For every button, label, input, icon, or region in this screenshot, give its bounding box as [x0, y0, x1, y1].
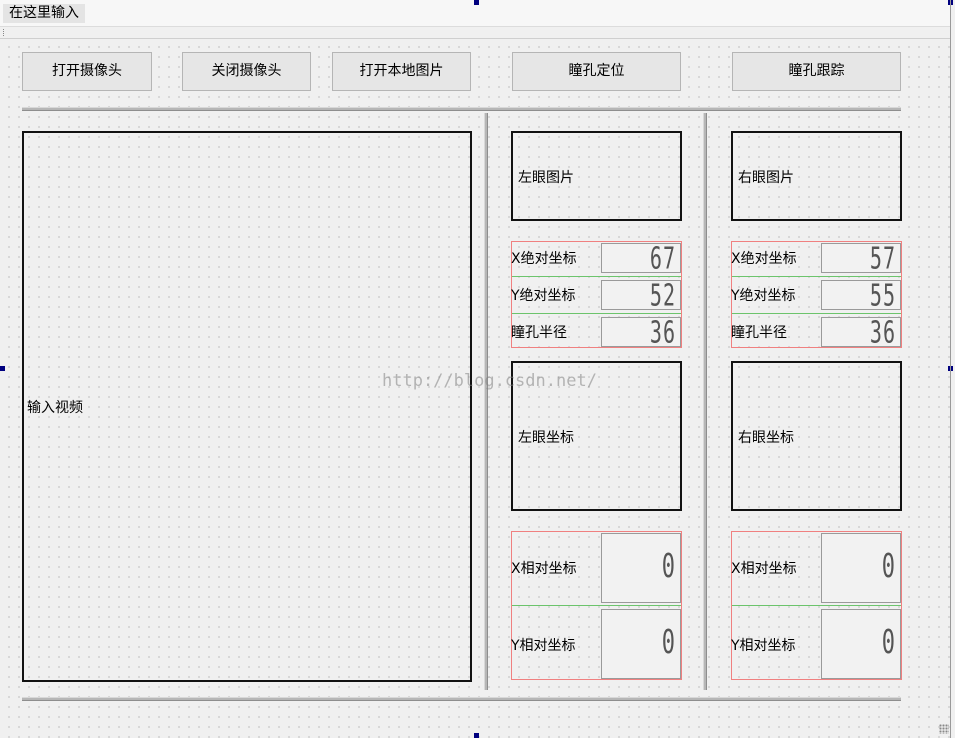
left-x-abs-value: 67 — [649, 240, 676, 276]
left-radius-value: 36 — [649, 314, 676, 350]
right-y-rel-lcd: 0 — [821, 609, 901, 679]
right-radius-lcd: 36 — [821, 314, 901, 350]
toolbar-strip — [0, 27, 950, 39]
close-camera-button[interactable]: 关闭摄像头 — [182, 52, 311, 91]
left-y-abs-value: 52 — [649, 277, 676, 313]
right-x-abs-label: X绝对坐标 — [731, 251, 797, 267]
vertical-separator-right — [703, 113, 707, 690]
right-y-abs-label: Y绝对坐标 — [731, 288, 796, 304]
input-video-label: 输入视频 — [27, 400, 83, 416]
left-eye-image-label: 左眼图片 — [518, 170, 574, 186]
vertical-separator-left — [484, 113, 488, 690]
left-x-rel-label: X相对坐标 — [511, 561, 577, 577]
input-video-frame — [22, 131, 472, 682]
left-y-rel-lcd: 0 — [601, 609, 681, 679]
left-radius-label: 瞳孔半径 — [511, 325, 567, 341]
right-x-abs-value: 57 — [869, 240, 896, 276]
right-x-rel-label: X相对坐标 — [731, 561, 797, 577]
right-y-abs-value: 55 — [869, 277, 896, 313]
right-y-rel-label: Y相对坐标 — [731, 638, 796, 654]
menu-type-here-input[interactable]: 在这里输入 — [3, 4, 85, 23]
left-y-rel-value: 0 — [661, 624, 676, 663]
layout-row-divider — [512, 605, 681, 606]
right-radius-label: 瞳孔半径 — [731, 325, 787, 341]
toolbar-grip-handle[interactable] — [3, 29, 5, 36]
left-y-rel-label: Y相对坐标 — [511, 638, 576, 654]
right-y-rel-value: 0 — [881, 624, 896, 663]
left-radius-lcd: 36 — [601, 314, 681, 350]
right-y-abs-lcd: 55 — [821, 277, 901, 313]
bottom-separator-line — [22, 697, 901, 701]
selection-handle-left[interactable] — [0, 366, 5, 371]
open-local-image-button[interactable]: 打开本地图片 — [332, 52, 471, 91]
left-y-abs-lcd: 52 — [601, 277, 681, 313]
form-right-edge — [950, 0, 951, 738]
left-y-abs-label: Y绝对坐标 — [511, 288, 576, 304]
top-separator-line — [22, 107, 901, 111]
selection-handle-top[interactable] — [474, 0, 479, 5]
pupil-locate-button[interactable]: 瞳孔定位 — [512, 52, 681, 91]
right-eye-image-label: 右眼图片 — [738, 170, 794, 186]
right-x-abs-lcd: 57 — [821, 240, 901, 276]
layout-row-divider — [732, 605, 901, 606]
left-eye-coords-label: 左眼坐标 — [518, 430, 574, 446]
pupil-track-button[interactable]: 瞳孔跟踪 — [732, 52, 901, 91]
selection-handle-bottom[interactable] — [474, 733, 479, 738]
right-eye-coords-label: 右眼坐标 — [738, 430, 794, 446]
right-radius-value: 36 — [869, 314, 896, 350]
left-x-abs-label: X绝对坐标 — [511, 251, 577, 267]
resize-grip-icon[interactable] — [939, 724, 949, 734]
watermark-text: http://blog.csdn.net/ — [382, 371, 597, 391]
open-camera-button[interactable]: 打开摄像头 — [22, 52, 152, 91]
left-x-abs-lcd: 67 — [601, 240, 681, 276]
